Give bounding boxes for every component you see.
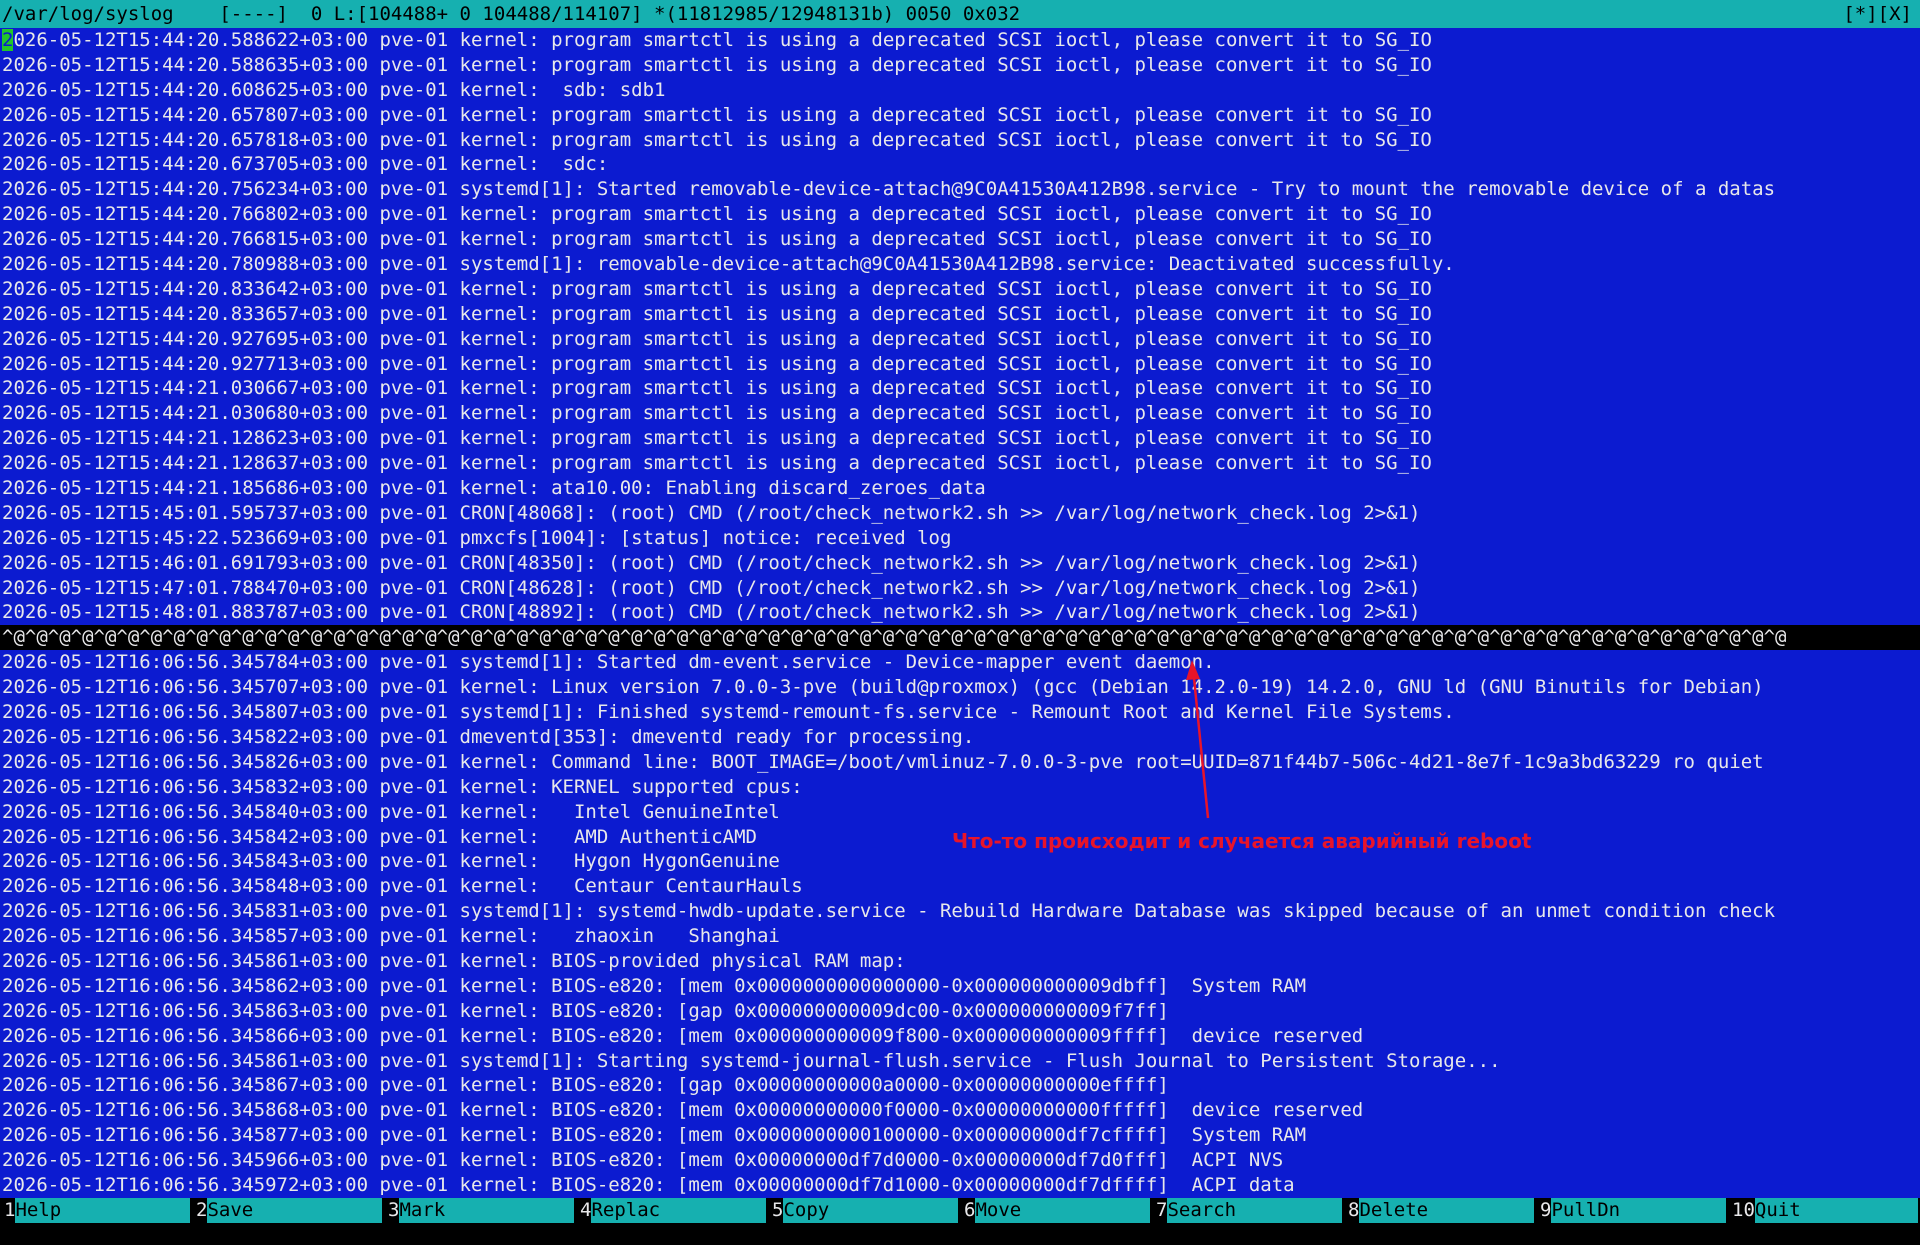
log-line[interactable]: 2026-05-12T15:45:01.595737+03:00 pve-01 … [0, 501, 1920, 526]
editor-text-area[interactable]: 2026-05-12T15:44:20.588622+03:00 pve-01 … [0, 28, 1920, 1198]
log-line[interactable]: 2026-05-12T16:06:56.345840+03:00 pve-01 … [0, 800, 1920, 825]
fkey-number: 6 [960, 1198, 976, 1223]
nul-bytes-line[interactable]: ^@^@^@^@^@^@^@^@^@^@^@^@^@^@^@^@^@^@^@^@… [0, 625, 1920, 651]
log-line[interactable]: 2026-05-12T15:44:20.673705+03:00 pve-01 … [0, 152, 1920, 177]
fkey-pulldn[interactable]: 9PullDn [1536, 1198, 1728, 1223]
fkey-label: Move [975, 1198, 1150, 1223]
log-line[interactable]: 2026-05-12T15:44:20.657818+03:00 pve-01 … [0, 128, 1920, 153]
fkey-move[interactable]: 6Move [960, 1198, 1152, 1223]
mcedit-window: /var/log/syslog [----] 0 L:[104488+ 0 10… [0, 0, 1920, 1245]
log-line[interactable]: 2026-05-12T16:06:56.345822+03:00 pve-01 … [0, 725, 1920, 750]
log-line[interactable]: 2026-05-12T16:06:56.345868+03:00 pve-01 … [0, 1098, 1920, 1123]
fkey-number: 9 [1536, 1198, 1552, 1223]
fkey-number: 8 [1344, 1198, 1360, 1223]
log-line[interactable]: 2026-05-12T16:06:56.345867+03:00 pve-01 … [0, 1073, 1920, 1098]
fkey-label: Copy [783, 1198, 958, 1223]
log-line[interactable]: 2026-05-12T15:44:20.588622+03:00 pve-01 … [0, 28, 1920, 53]
window-controls[interactable]: [*][X] [1843, 0, 1912, 28]
log-line[interactable]: 2026-05-12T16:06:56.345832+03:00 pve-01 … [0, 775, 1920, 800]
log-line[interactable]: 2026-05-12T15:44:20.588635+03:00 pve-01 … [0, 53, 1920, 78]
fkey-replac[interactable]: 4Replac [576, 1198, 768, 1223]
fkey-quit[interactable]: 10Quit [1728, 1198, 1920, 1223]
fkey-number: 10 [1728, 1198, 1755, 1223]
log-line[interactable]: 2026-05-12T15:44:21.128637+03:00 pve-01 … [0, 451, 1920, 476]
terminal-bottom [0, 1223, 1920, 1245]
fkey-label: Delete [1359, 1198, 1534, 1223]
log-line[interactable]: 2026-05-12T16:06:56.345784+03:00 pve-01 … [0, 650, 1920, 675]
log-line[interactable]: 2026-05-12T16:06:56.345877+03:00 pve-01 … [0, 1123, 1920, 1148]
fkey-number: 3 [384, 1198, 400, 1223]
log-line[interactable]: 2026-05-12T15:44:20.657807+03:00 pve-01 … [0, 103, 1920, 128]
editor-status-bar: /var/log/syslog [----] 0 L:[104488+ 0 10… [0, 0, 1920, 28]
text-cursor: 2 [2, 29, 14, 51]
log-line[interactable]: 2026-05-12T16:06:56.345862+03:00 pve-01 … [0, 974, 1920, 999]
fkey-number: 1 [0, 1198, 16, 1223]
log-line[interactable]: 2026-05-12T16:06:56.345807+03:00 pve-01 … [0, 700, 1920, 725]
log-line[interactable]: 2026-05-12T15:44:21.185686+03:00 pve-01 … [0, 476, 1920, 501]
log-line-text: 026-05-12T15:44:20.588622+03:00 pve-01 k… [13, 29, 1432, 51]
log-line[interactable]: 2026-05-12T15:44:20.780988+03:00 pve-01 … [0, 252, 1920, 277]
annotation-text: Что-то происходит и случается аварийный … [952, 829, 1532, 853]
log-line[interactable]: 2026-05-12T16:06:56.345866+03:00 pve-01 … [0, 1024, 1920, 1049]
fkey-number: 7 [1152, 1198, 1168, 1223]
log-line[interactable]: 2026-05-12T16:06:56.345863+03:00 pve-01 … [0, 999, 1920, 1024]
log-line[interactable]: 2026-05-12T16:06:56.345843+03:00 pve-01 … [0, 849, 1920, 874]
function-key-bar: 1Help 2Save 3Mark 4Replac 5Copy 6Move 7Search 8… [0, 1198, 1920, 1223]
fkey-number: 5 [768, 1198, 784, 1223]
log-line[interactable]: 2026-05-12T15:44:21.128623+03:00 pve-01 … [0, 426, 1920, 451]
fkey-search[interactable]: 7Search [1152, 1198, 1344, 1223]
log-line[interactable]: 2026-05-12T15:44:20.608625+03:00 pve-01 … [0, 78, 1920, 103]
log-line[interactable]: 2026-05-12T15:44:20.927695+03:00 pve-01 … [0, 327, 1920, 352]
log-line[interactable]: 2026-05-12T15:48:01.883787+03:00 pve-01 … [0, 600, 1920, 625]
log-line[interactable]: 2026-05-12T15:44:20.756234+03:00 pve-01 … [0, 177, 1920, 202]
log-line[interactable]: 2026-05-12T16:06:56.345861+03:00 pve-01 … [0, 949, 1920, 974]
log-line[interactable]: 2026-05-12T15:47:01.788470+03:00 pve-01 … [0, 576, 1920, 601]
fkey-mark[interactable]: 3Mark [384, 1198, 576, 1223]
log-line[interactable]: 2026-05-12T16:06:56.345848+03:00 pve-01 … [0, 874, 1920, 899]
fkey-label: Mark [399, 1198, 574, 1223]
fkey-label: Save [207, 1198, 382, 1223]
log-line[interactable]: 2026-05-12T15:44:21.030680+03:00 pve-01 … [0, 401, 1920, 426]
log-line[interactable]: 2026-05-12T16:06:56.345861+03:00 pve-01 … [0, 1049, 1920, 1074]
log-line[interactable]: 2026-05-12T15:44:21.030667+03:00 pve-01 … [0, 376, 1920, 401]
fkey-label: Quit [1754, 1198, 1918, 1223]
log-line[interactable]: 2026-05-12T16:06:56.345972+03:00 pve-01 … [0, 1173, 1920, 1198]
log-line[interactable]: 2026-05-12T15:46:01.691793+03:00 pve-01 … [0, 551, 1920, 576]
fkey-label: Help [15, 1198, 190, 1223]
fkey-number: 4 [576, 1198, 592, 1223]
log-line[interactable]: 2026-05-12T15:44:20.833657+03:00 pve-01 … [0, 302, 1920, 327]
file-status-text: /var/log/syslog [----] 0 L:[104488+ 0 10… [2, 3, 1021, 25]
log-line[interactable]: 2026-05-12T16:06:56.345966+03:00 pve-01 … [0, 1148, 1920, 1173]
log-line[interactable]: 2026-05-12T15:44:20.766802+03:00 pve-01 … [0, 202, 1920, 227]
fkey-number: 2 [192, 1198, 208, 1223]
log-line[interactable]: 2026-05-12T16:06:56.345831+03:00 pve-01 … [0, 899, 1920, 924]
log-line[interactable]: 2026-05-12T16:06:56.345707+03:00 pve-01 … [0, 675, 1920, 700]
fkey-copy[interactable]: 5Copy [768, 1198, 960, 1223]
fkey-delete[interactable]: 8Delete [1344, 1198, 1536, 1223]
log-line[interactable]: 2026-05-12T16:06:56.345826+03:00 pve-01 … [0, 750, 1920, 775]
fkey-label: Search [1167, 1198, 1342, 1223]
fkey-label: PullDn [1551, 1198, 1726, 1223]
log-line[interactable]: 2026-05-12T16:06:56.345857+03:00 pve-01 … [0, 924, 1920, 949]
fkey-label: Replac [591, 1198, 766, 1223]
log-line[interactable]: 2026-05-12T15:44:20.766815+03:00 pve-01 … [0, 227, 1920, 252]
fkey-help[interactable]: 1Help [0, 1198, 192, 1223]
fkey-save[interactable]: 2Save [192, 1198, 384, 1223]
log-line[interactable]: 2026-05-12T15:44:20.927713+03:00 pve-01 … [0, 352, 1920, 377]
log-line[interactable]: 2026-05-12T15:45:22.523669+03:00 pve-01 … [0, 526, 1920, 551]
log-line[interactable]: 2026-05-12T15:44:20.833642+03:00 pve-01 … [0, 277, 1920, 302]
